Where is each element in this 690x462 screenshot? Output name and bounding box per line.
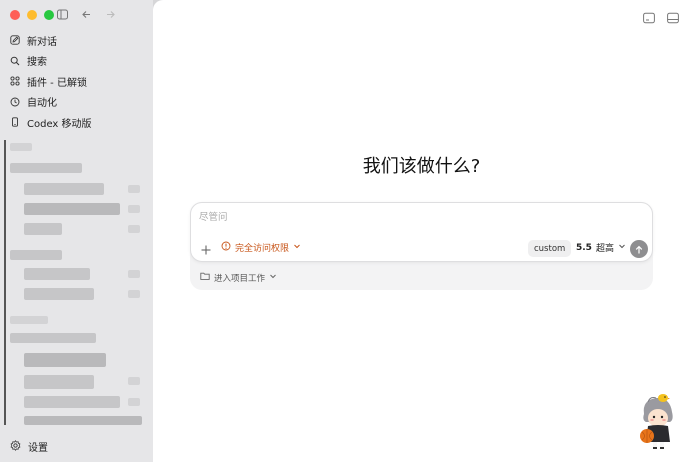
history-item-meta: [128, 185, 140, 193]
folder-icon: [200, 271, 210, 284]
search-icon: [10, 56, 20, 66]
side-panel-icon[interactable]: [667, 9, 679, 24]
sidebar-item-label: 新对话: [27, 36, 57, 48]
sidebar: 新对话 搜索 插件 - 已解锁 自动化 Codex 移动版 设置: [0, 0, 153, 462]
history-item[interactable]: [24, 375, 94, 389]
history-item[interactable]: [24, 288, 94, 300]
close-window-button[interactable]: [10, 10, 20, 20]
history-item[interactable]: [24, 396, 120, 408]
sidebar-item-plugins[interactable]: 插件 - 已解锁: [0, 71, 153, 92]
minimize-window-button[interactable]: [27, 10, 37, 20]
history-item[interactable]: [24, 183, 104, 195]
settings-button[interactable]: 设置: [10, 439, 48, 454]
composer-container: 完全访问权限 custom 5.5 超高: [190, 202, 653, 290]
chevron-down-icon: [618, 242, 626, 253]
permission-dropdown[interactable]: 完全访问权限: [221, 241, 301, 254]
arrow-up-icon: [634, 240, 644, 259]
history-group-header: [10, 250, 62, 260]
conversation-history: [0, 140, 153, 425]
history-item-meta: [128, 225, 140, 233]
composer: 完全访问权限 custom 5.5 超高: [190, 202, 653, 262]
plugins-icon: [10, 76, 20, 86]
warning-icon: [221, 241, 231, 254]
history-item-meta: [128, 270, 140, 278]
main-pane: 我们该做什么? 完全访问权限 custom: [153, 0, 690, 462]
app-window: 新对话 搜索 插件 - 已解锁 自动化 Codex 移动版 设置 我们该做什么?…: [0, 0, 690, 462]
sidebar-item-new-chat[interactable]: 新对话: [0, 30, 153, 51]
history-group-header: [10, 163, 82, 173]
sidebar-item-search[interactable]: 搜索: [0, 51, 153, 72]
custom-chip[interactable]: custom: [528, 240, 572, 257]
sidebar-item-label: Codex 移动版: [27, 118, 92, 130]
history-item[interactable]: [24, 416, 142, 425]
history-group-header: [10, 333, 96, 343]
chevron-down-icon: [293, 242, 301, 253]
sidebar-item-label: 搜索: [27, 57, 47, 69]
history-item[interactable]: [24, 223, 62, 235]
window-controls: [10, 10, 54, 20]
project-label: 进入项目工作: [214, 273, 266, 284]
phone-icon: [10, 117, 20, 127]
page-title: 我们该做什么?: [362, 156, 481, 177]
sidebar-nav: 新对话 搜索 插件 - 已解锁 自动化 Codex 移动版: [0, 30, 153, 133]
model-mode: 超高: [595, 244, 614, 254]
terminal-panel-icon[interactable]: [643, 9, 655, 24]
model-selector[interactable]: 5.5 超高: [576, 241, 626, 254]
sidebar-item-label: 自动化: [27, 98, 57, 110]
edit-icon: [10, 35, 20, 45]
history-item[interactable]: [24, 353, 106, 367]
zoom-window-button[interactable]: [44, 10, 54, 20]
project-dropdown[interactable]: 进入项目工作: [200, 271, 277, 284]
history-item-meta: [128, 377, 140, 385]
clock-icon: [10, 97, 20, 107]
forward-arrow-icon[interactable]: [104, 8, 116, 20]
top-right-toolbar: [643, 9, 679, 24]
history-group-header: [10, 143, 32, 151]
history-item[interactable]: [24, 268, 90, 280]
history-item-meta: [128, 205, 140, 213]
add-attachment-icon[interactable]: [200, 241, 212, 255]
history-item[interactable]: [24, 203, 120, 215]
sidebar-toggle-icon[interactable]: [56, 8, 68, 20]
back-arrow-icon[interactable]: [80, 8, 92, 20]
permission-label: 完全访问权限: [235, 244, 290, 254]
history-scroll-rail[interactable]: [4, 140, 6, 425]
sidebar-item-mobile[interactable]: Codex 移动版: [0, 112, 153, 133]
history-item-meta: [128, 290, 140, 298]
chevron-down-icon: [269, 272, 277, 283]
prompt-input[interactable]: [199, 209, 639, 225]
sidebar-item-label: 插件 - 已解锁: [27, 77, 87, 89]
send-button[interactable]: [630, 240, 648, 258]
mascot-sticker: [636, 392, 680, 450]
sidebar-toolbar: [56, 8, 116, 20]
settings-label: 设置: [28, 443, 48, 454]
history-item-meta: [128, 398, 140, 406]
gear-icon: [10, 439, 21, 454]
model-version: 5.5: [576, 242, 592, 253]
sidebar-item-automation[interactable]: 自动化: [0, 92, 153, 113]
history-group-header: [10, 316, 48, 324]
